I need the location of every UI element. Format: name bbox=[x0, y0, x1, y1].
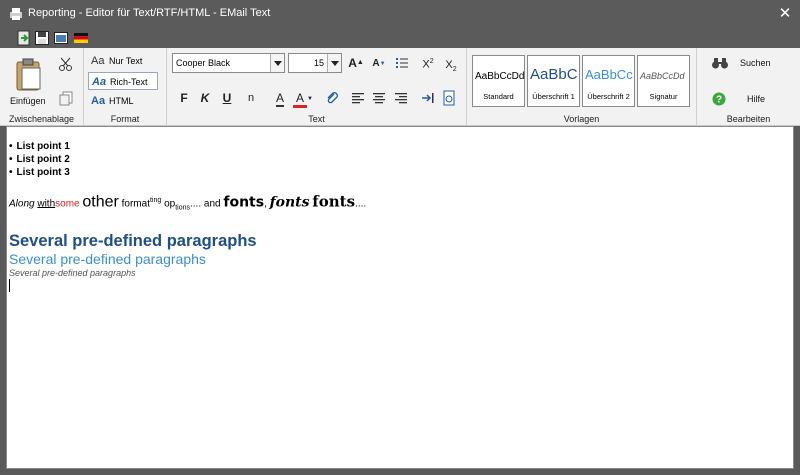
arrow-up-icon: ▲ bbox=[356, 59, 364, 66]
bullet-list-icon bbox=[396, 58, 408, 68]
rich-text-editor[interactable]: List point 1 List point 2 List point 3 A… bbox=[6, 126, 794, 469]
mixed-format-line: Along withsome other formatting options.… bbox=[9, 192, 367, 212]
paste-button[interactable]: Einfügen bbox=[10, 96, 46, 106]
font-name-select[interactable]: Cooper Black bbox=[172, 53, 285, 73]
clipboard-group: Einfügen Zwischenablage bbox=[0, 48, 84, 126]
normal-text-button[interactable]: n bbox=[242, 89, 260, 107]
text-cursor bbox=[9, 279, 10, 292]
clipboard-group-label: Zwischenablage bbox=[8, 114, 75, 124]
help-icon[interactable]: ? bbox=[712, 92, 726, 106]
bullet-list-button[interactable] bbox=[393, 54, 411, 72]
binoculars-icon[interactable] bbox=[711, 56, 729, 70]
plain-text-button[interactable]: Aa Nur Text bbox=[88, 52, 158, 70]
font-color-button[interactable]: A ▼ bbox=[291, 89, 315, 108]
format-group-label: Format bbox=[110, 114, 140, 124]
title-bar: Reporting - Editor für Text/RTF/HTML - E… bbox=[0, 0, 800, 28]
text-group: Cooper Black 15 A▲ A▼ X2 X2 F K U n A A ▼ bbox=[167, 48, 467, 126]
plain-text-icon: Aa bbox=[91, 55, 105, 67]
align-left-icon bbox=[352, 93, 364, 104]
indent-icon bbox=[422, 93, 434, 103]
window-title: Reporting - Editor für Text/RTF/HTML - E… bbox=[28, 7, 271, 19]
quick-access-toolbar bbox=[0, 28, 800, 48]
format-group: Aa Nur Text Aa Rich-Text Aa HTML Format bbox=[84, 48, 167, 126]
style-standard[interactable]: AaBbCcDd Standard bbox=[472, 55, 525, 107]
chevron-down-icon[interactable] bbox=[327, 54, 341, 72]
language-flag-icon[interactable] bbox=[73, 30, 89, 46]
styles-group-label: Vorlagen bbox=[563, 114, 600, 124]
preview-icon[interactable] bbox=[53, 30, 69, 46]
bold-button[interactable]: F bbox=[175, 89, 193, 107]
align-center-button[interactable] bbox=[370, 89, 388, 107]
scissors-icon[interactable] bbox=[58, 56, 74, 72]
italic-button[interactable]: K bbox=[196, 89, 214, 107]
font-size-select[interactable]: 15 bbox=[288, 53, 342, 73]
chevron-down-icon[interactable] bbox=[270, 54, 284, 72]
subscript-button[interactable]: X2 bbox=[442, 56, 460, 74]
search-button[interactable]: Suchen bbox=[740, 58, 771, 68]
style-heading-1[interactable]: AaBbC Überschrift 1 bbox=[527, 55, 580, 107]
save-icon[interactable] bbox=[34, 30, 50, 46]
paste-icon[interactable] bbox=[14, 58, 44, 92]
close-button[interactable]: ✕ bbox=[770, 0, 800, 28]
edit-group: Suchen ? Hilfe Bearbeiten bbox=[697, 48, 800, 126]
styles-group: AaBbCcDd Standard AaBbC Überschrift 1 Aa… bbox=[467, 48, 697, 126]
shrink-font-button[interactable]: A▼ bbox=[370, 55, 388, 73]
grow-font-button[interactable]: A▲ bbox=[347, 54, 365, 72]
editor-frame: List point 1 List point 2 List point 3 A… bbox=[0, 126, 800, 475]
help-button[interactable]: Hilfe bbox=[747, 94, 765, 104]
ribbon: Einfügen Zwischenablage Aa Nur Text Aa R… bbox=[0, 48, 800, 126]
list-item: List point 1 bbox=[9, 141, 70, 152]
align-right-icon bbox=[395, 93, 407, 104]
heading-1: Several pre-defined paragraphs bbox=[9, 232, 257, 250]
edit-group-label: Bearbeiten bbox=[726, 114, 771, 124]
printer-icon bbox=[10, 8, 22, 20]
svg-text:?: ? bbox=[716, 95, 722, 106]
copy-icon[interactable] bbox=[58, 90, 74, 106]
text-group-label: Text bbox=[308, 114, 325, 124]
align-right-button[interactable] bbox=[392, 89, 410, 107]
align-left-button[interactable] bbox=[349, 89, 367, 107]
html-icon: Aa bbox=[91, 95, 106, 107]
insert-object-icon bbox=[443, 90, 455, 106]
chevron-down-icon: ▼ bbox=[307, 95, 313, 102]
html-button[interactable]: Aa HTML bbox=[88, 92, 158, 110]
highlight-button[interactable]: A bbox=[271, 89, 289, 107]
insert-object-button[interactable] bbox=[440, 89, 458, 107]
align-center-icon bbox=[373, 93, 385, 104]
rich-text-button[interactable]: Aa Rich-Text bbox=[88, 72, 158, 90]
paperclip-icon bbox=[327, 92, 338, 104]
rich-text-icon: Aa bbox=[92, 76, 107, 88]
signature-paragraph: Several pre-defined paragraphs bbox=[9, 268, 136, 278]
superscript-button[interactable]: X2 bbox=[419, 53, 437, 71]
underline-button[interactable]: U bbox=[218, 89, 236, 107]
clear-format-button[interactable] bbox=[323, 89, 341, 107]
save-exit-icon[interactable] bbox=[16, 30, 32, 46]
arrow-down-icon: ▼ bbox=[379, 61, 386, 67]
style-heading-2[interactable]: AaBbCc Überschrift 2 bbox=[582, 55, 635, 107]
indent-button[interactable] bbox=[419, 89, 437, 107]
list-item: List point 3 bbox=[9, 167, 70, 178]
heading-2: Several pre-defined paragraphs bbox=[9, 251, 206, 267]
list-item: List point 2 bbox=[9, 154, 70, 165]
style-signature[interactable]: AaBbCcDd Signatur bbox=[637, 55, 690, 107]
